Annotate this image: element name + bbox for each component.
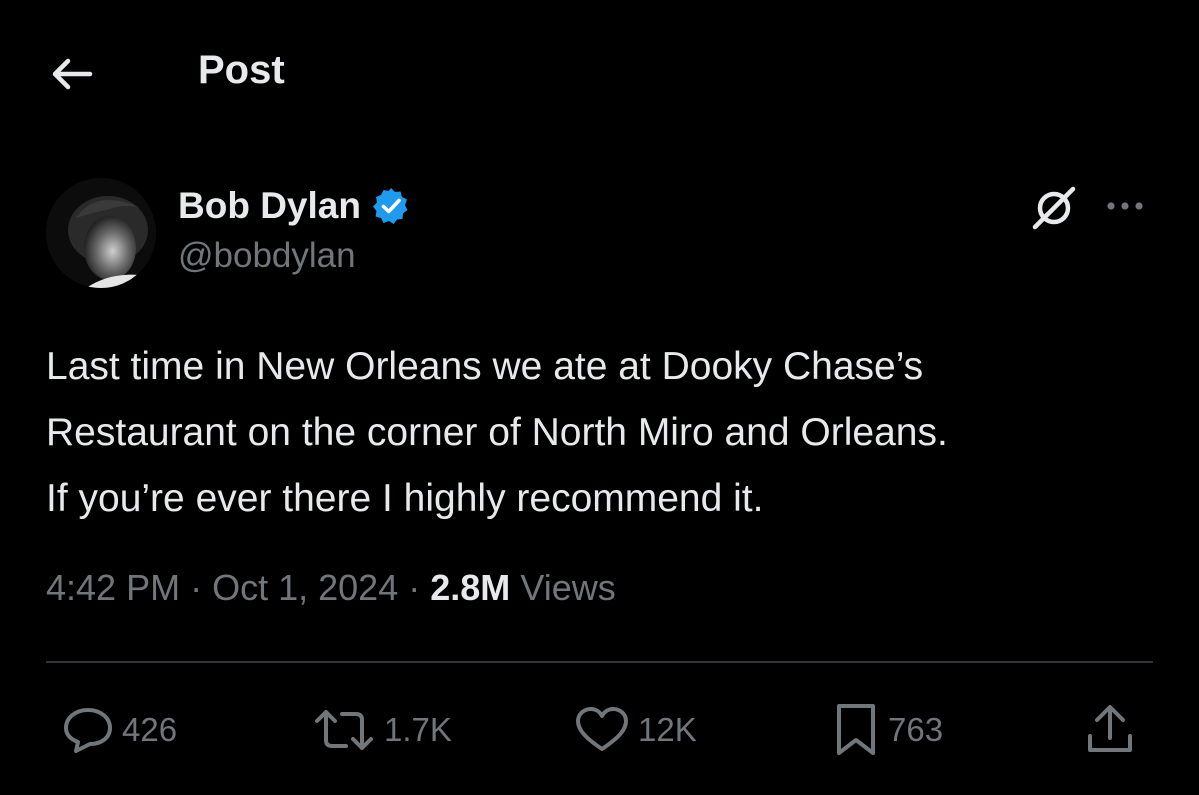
author-block[interactable]: Bob Dylan @bobdylan xyxy=(178,182,411,276)
repost-count: 1.7K xyxy=(384,711,452,748)
repost-button[interactable]: 1.7K xyxy=(312,700,452,760)
reply-button[interactable]: 426 xyxy=(62,700,177,760)
like-button[interactable]: 12K xyxy=(574,700,697,760)
post-text: Last time in New Orleans we ate at Dooky… xyxy=(46,345,948,520)
reply-count: 426 xyxy=(122,711,178,748)
post-time[interactable]: 4:42 PM xyxy=(46,567,180,608)
meta-separator: · xyxy=(190,567,203,608)
divider xyxy=(46,661,1153,663)
bookmark-count: 763 xyxy=(888,711,944,748)
grok-button[interactable] xyxy=(1026,182,1082,234)
bookmark-icon xyxy=(832,702,880,758)
like-icon xyxy=(574,706,630,754)
verified-badge-icon xyxy=(371,186,411,226)
repost-icon xyxy=(312,706,376,754)
more-icon xyxy=(1105,200,1145,212)
views-count: 2.8M xyxy=(430,567,511,608)
back-arrow-icon xyxy=(50,56,94,92)
avatar[interactable] xyxy=(46,178,156,288)
post-date[interactable]: Oct 1, 2024 xyxy=(212,567,398,608)
back-button[interactable] xyxy=(46,50,98,98)
like-count: 12K xyxy=(638,711,697,748)
grok-icon xyxy=(1029,183,1079,233)
views-label: Views xyxy=(520,567,616,608)
author-handle: @bobdylan xyxy=(178,236,356,275)
share-icon xyxy=(1084,702,1136,758)
reply-icon xyxy=(62,706,114,754)
page-title: Post xyxy=(198,48,285,92)
more-options-button[interactable] xyxy=(1100,186,1150,226)
bookmark-button[interactable]: 763 xyxy=(832,700,943,760)
share-button[interactable] xyxy=(1084,700,1136,760)
post-metadata: 4:42 PM · Oct 1, 2024 · 2.8M Views xyxy=(46,567,616,609)
meta-separator: · xyxy=(408,567,421,608)
author-display-name: Bob Dylan xyxy=(178,185,361,226)
